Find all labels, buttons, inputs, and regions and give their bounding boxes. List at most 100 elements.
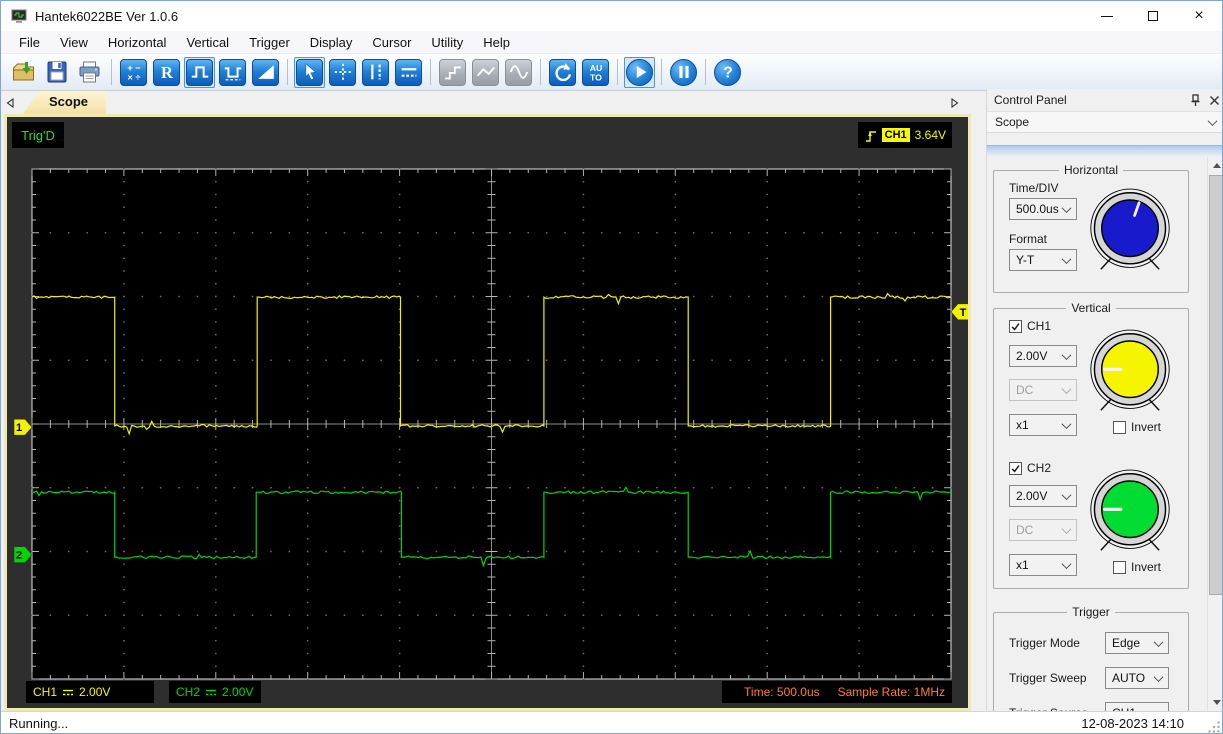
time-div-select[interactable]: 500.0us <box>1009 198 1077 220</box>
pause-icon <box>673 61 695 83</box>
trigger-mode-select[interactable]: Edge <box>1105 632 1169 654</box>
open-button[interactable] <box>10 59 37 86</box>
grid-cursor-button[interactable] <box>329 58 356 86</box>
toolbar-separator <box>617 59 618 85</box>
ch2-invert-checkbox[interactable]: Invert <box>1113 560 1161 574</box>
cursor-arrow-icon <box>299 61 321 83</box>
toolbar-separator <box>111 59 112 85</box>
pulse-fall-button[interactable] <box>219 58 246 86</box>
ch2-position-knob[interactable] <box>1089 468 1171 556</box>
pulse-rise-icon <box>189 61 211 83</box>
ch1-scale-select[interactable]: 2.00V <box>1009 345 1077 367</box>
status-bar: Running... 12-08-2023 14:10 <box>1 711 1222 734</box>
ch1-scale-select-value: 2.00V <box>1016 349 1048 363</box>
control-panel-scrollbar[interactable] <box>1207 157 1222 711</box>
linear-interp-icon <box>475 61 497 83</box>
maximize-button[interactable] <box>1130 1 1176 31</box>
linear-interp-button <box>472 58 499 86</box>
format-label: Format <box>1009 232 1048 246</box>
horizontal-group-legend: Horizontal <box>1063 163 1119 177</box>
auto-set-button[interactable]: AU TO <box>582 58 609 86</box>
menu-display[interactable]: Display <box>300 33 363 52</box>
chevron-down-icon <box>1061 523 1072 534</box>
trigger-level-marker[interactable]: T <box>950 303 968 321</box>
svg-text:× ÷: × ÷ <box>127 72 140 82</box>
trigger-source-select[interactable]: CH1 <box>1105 702 1169 711</box>
ch1-ground-marker[interactable]: 1 <box>13 418 33 436</box>
reference-icon: R <box>156 61 178 83</box>
step-interp-button <box>439 58 466 86</box>
tab-scroll-right-button[interactable] <box>946 91 964 114</box>
ch1-invert-checkbox[interactable]: Invert <box>1113 420 1161 434</box>
format-select[interactable]: Y-T <box>1009 249 1077 271</box>
chevron-down-icon <box>1153 636 1164 647</box>
ch1-label: CH1 <box>33 685 58 699</box>
waveform-plot: 1 2 T <box>13 168 968 680</box>
chevron-right-icon <box>951 97 959 108</box>
ch2-invert-label: Invert <box>1131 560 1162 574</box>
minimize-button[interactable] <box>1084 1 1130 31</box>
ch2-ground-marker[interactable]: 2 <box>13 546 33 563</box>
pin-icon[interactable] <box>1190 93 1201 107</box>
ramp-button[interactable] <box>252 58 279 86</box>
toolbar-separator <box>430 59 431 85</box>
trigger-sweep-select[interactable]: AUTO <box>1105 667 1169 689</box>
menu-horizontal[interactable]: Horizontal <box>98 33 177 52</box>
dc-coupling-icon <box>63 689 74 695</box>
menu-vertical[interactable]: Vertical <box>176 33 239 52</box>
print-button[interactable] <box>76 59 103 86</box>
pulse-rise-button[interactable] <box>186 58 213 86</box>
scroll-down-button[interactable] <box>1208 694 1222 711</box>
ch2-probe-select[interactable]: x1 <box>1009 554 1077 576</box>
ch1-position-knob[interactable] <box>1089 328 1171 416</box>
menu-utility[interactable]: Utility <box>421 33 473 52</box>
sample-rate-value: Sample Rate: 1MHz <box>837 685 945 699</box>
ch1-invert-label: Invert <box>1131 420 1162 434</box>
menu-file[interactable]: File <box>9 33 50 52</box>
save-button[interactable] <box>43 59 70 86</box>
ch2-scale-select[interactable]: 2.00V <box>1009 485 1077 507</box>
math-button[interactable]: + − × ÷ <box>120 58 147 86</box>
control-panel: Control Panel Scope Horizontal Time/DIV <box>986 89 1222 711</box>
vertical-cursors-button[interactable] <box>362 58 389 86</box>
sine-interp-button <box>505 58 532 86</box>
chevron-down-icon <box>1153 671 1164 682</box>
scope-display-panel: Trig'D CH1 3.64V 12T CH1 2.00V CH2 2.00V… <box>4 114 971 711</box>
refresh-button[interactable] <box>549 58 576 86</box>
scroll-up-button[interactable] <box>1208 157 1222 174</box>
tab-scroll-left-button[interactable] <box>1 91 19 114</box>
refresh-icon <box>552 61 574 83</box>
ch1-enable-checkbox[interactable]: CH1 <box>1009 319 1051 333</box>
close-panel-icon[interactable] <box>1209 95 1220 106</box>
math-icon: + − × ÷ <box>123 61 145 83</box>
step-interp-icon <box>442 61 464 83</box>
horizontal-cursors-button[interactable] <box>395 58 422 86</box>
svg-text:R: R <box>161 63 174 82</box>
menu-cursor[interactable]: Cursor <box>362 33 421 52</box>
menu-help[interactable]: Help <box>473 33 520 52</box>
panel-mode-select[interactable]: Scope <box>987 111 1222 133</box>
help-button[interactable]: ? <box>714 58 741 86</box>
menu-view[interactable]: View <box>50 33 98 52</box>
ch1-probe-select[interactable]: x1 <box>1009 414 1077 436</box>
pause-button[interactable] <box>670 58 697 86</box>
minimize-icon <box>1101 15 1113 17</box>
scrollbar-thumb[interactable] <box>1209 175 1222 595</box>
format-value: Y-T <box>1016 253 1035 267</box>
cursor-arrow-button[interactable] <box>296 58 323 86</box>
menu-trigger[interactable]: Trigger <box>239 33 300 52</box>
close-icon: × <box>1194 7 1204 24</box>
ramp-icon <box>255 61 277 83</box>
tab-scope[interactable]: Scope <box>23 91 107 114</box>
status-text: Running... <box>9 716 69 731</box>
play-button[interactable] <box>626 58 653 86</box>
ch2-enable-checkbox[interactable]: CH2 <box>1009 461 1051 475</box>
time-div-label: Time/DIV <box>1009 181 1059 195</box>
vertical-group-legend: Vertical <box>1071 301 1111 315</box>
close-button[interactable]: × <box>1176 1 1222 31</box>
resize-grip[interactable] <box>1207 720 1221 734</box>
reference-button[interactable]: R <box>153 58 180 86</box>
ch2-scale-readout: CH2 2.00V <box>169 681 261 703</box>
horizontal-position-knob[interactable] <box>1089 187 1171 275</box>
toolbar-separator <box>540 59 541 85</box>
